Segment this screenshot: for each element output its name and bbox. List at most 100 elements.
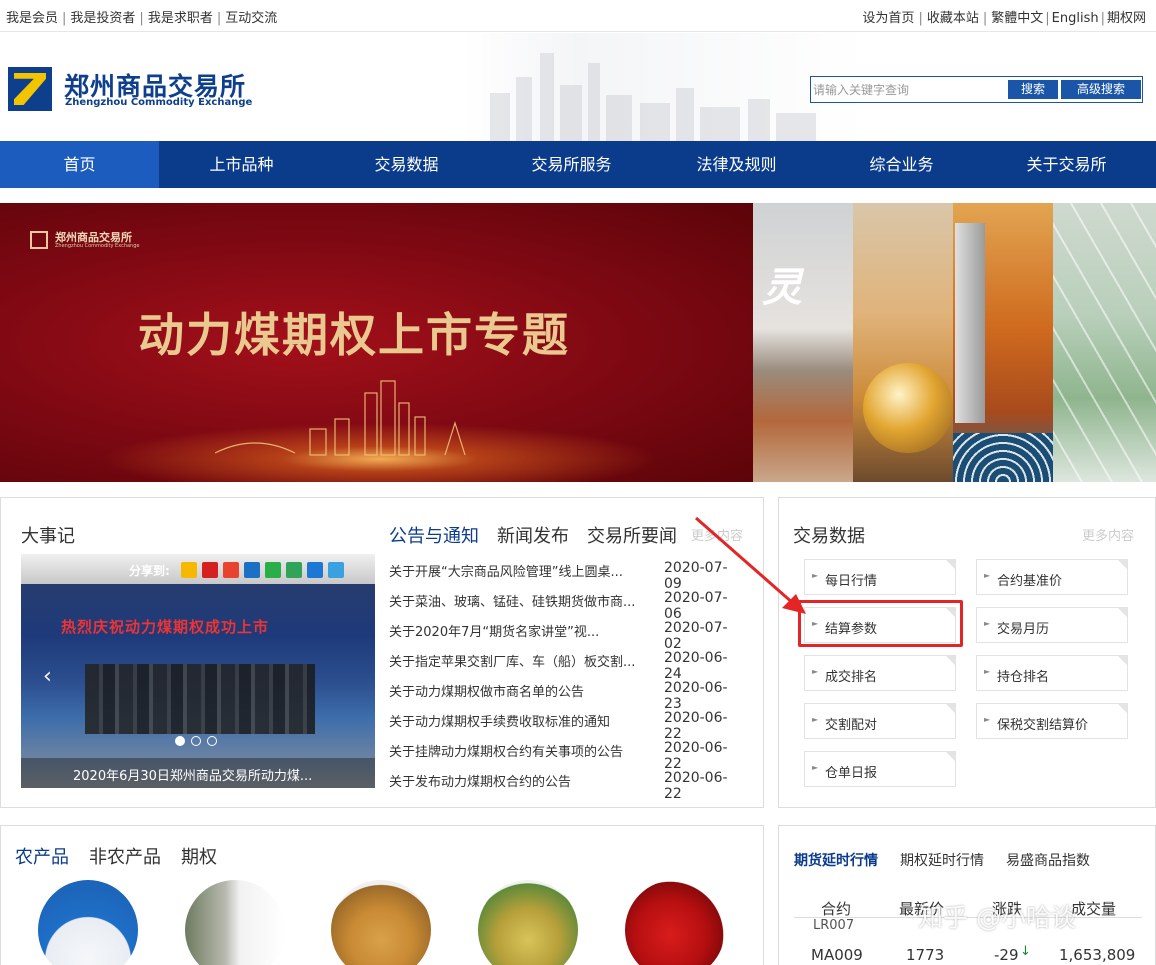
photo-banner-text: 热烈庆祝动力煤期权成功上市: [61, 618, 270, 636]
carousel-dot-3[interactable]: [207, 736, 217, 746]
tab-news-release[interactable]: 新闻发布: [497, 522, 569, 548]
link-bookmark[interactable]: 收藏本站: [927, 11, 979, 26]
nav-exchange-services[interactable]: 交易所服务: [489, 141, 654, 188]
down-arrow-icon: ↓: [1020, 944, 1031, 959]
share-more-icon[interactable]: [328, 562, 344, 578]
events-photo-carousel[interactable]: 分享到: 热烈庆祝动力煤期权成功上市 ‹ 2020年6月30日郑州商品交易所动力…: [21, 554, 375, 788]
trading-more-link[interactable]: 更多内容: [1082, 525, 1134, 544]
carousel-prev-icon[interactable]: ‹: [43, 664, 52, 689]
btn-warehouse-daily[interactable]: ► 仓单日报: [804, 751, 956, 787]
products-panel: 农产品 非农产品 期权: [0, 825, 764, 965]
search-button[interactable]: 搜索: [1008, 80, 1058, 99]
nav-home[interactable]: 首页: [0, 141, 159, 188]
banner-main-slide[interactable]: 郑州商品交易所 Zhengzhou Commodity Exchange 动力煤…: [0, 203, 753, 482]
news-item[interactable]: 关于动力煤期权做市商名单的公告 2020-06-23: [389, 675, 745, 712]
share-qzone-icon[interactable]: [181, 562, 197, 578]
search-input[interactable]: [813, 79, 1005, 100]
quote-volume: 1,653,809: [1059, 946, 1136, 964]
tab-exchange-news[interactable]: 交易所要闻: [587, 522, 677, 548]
events-title: 大事记: [21, 526, 75, 547]
share-renren-icon[interactable]: [244, 562, 260, 578]
btn-trading-calendar[interactable]: ► 交易月历: [976, 607, 1128, 643]
product-apple-image[interactable]: [625, 880, 725, 965]
red-arrow-annotation: [695, 516, 806, 614]
link-options-site[interactable]: 期权网: [1107, 11, 1146, 26]
news-item[interactable]: 关于挂牌动力煤期权合约有关事项的公告 2020-06-22: [389, 735, 745, 772]
btn-daily-quotes[interactable]: ► 每日行情: [804, 559, 956, 595]
share-wechat-icon[interactable]: [265, 562, 281, 578]
news-item[interactable]: 关于动力煤期权手续费收取标准的通知 2020-06-22: [389, 705, 745, 742]
nav-general-business[interactable]: 综合业务: [819, 141, 984, 188]
nav-laws-rules[interactable]: 法律及规则: [654, 141, 819, 188]
advanced-search-button[interactable]: 高级搜索: [1061, 80, 1141, 99]
audience-links: 我是会员 | 我是投资者 | 我是求职者 | 互动交流: [6, 11, 278, 26]
news-tabs: 公告与通知 新闻发布 交易所要闻: [389, 522, 695, 548]
tab-futures-delayed[interactable]: 期货延时行情: [794, 850, 878, 870]
share-weibo-icon[interactable]: [223, 562, 239, 578]
photo-people: [85, 664, 315, 734]
share-people-icon[interactable]: [202, 562, 218, 578]
tab-options-delayed[interactable]: 期权延时行情: [900, 850, 984, 870]
trading-data-panel: 交易数据 更多内容 ► 每日行情 ► 结算参数 ► 成交排名 ► 交割配对 ► 仓单日报 …: [778, 497, 1156, 808]
share-tsina-icon[interactable]: [307, 562, 323, 578]
news-item[interactable]: 关于发布动力煤期权合约的公告 2020-06-22: [389, 765, 745, 802]
btn-position-ranking[interactable]: ► 持仓排名: [976, 655, 1128, 691]
carousel-dot-1[interactable]: [175, 736, 185, 746]
main-nav: 首页 上市品种 交易数据 交易所服务 法律及规则 综合业务 关于交易所: [0, 141, 1156, 188]
btn-volume-ranking[interactable]: ► 成交排名: [804, 655, 956, 691]
tab-options[interactable]: 期权: [181, 843, 217, 869]
col-volume: 成交量: [1071, 900, 1117, 918]
tab-agricultural[interactable]: 农产品: [15, 843, 69, 869]
events-panel: 大事记 分享到: 热烈庆祝动力煤期权成功上市 ‹ 2020年6月30日郑州商品交…: [0, 497, 764, 808]
banner-thumb-1[interactable]: [753, 203, 853, 482]
share-label: 分享到:: [129, 564, 170, 578]
link-jobseeker[interactable]: 我是求职者: [148, 11, 213, 26]
link-traditional-chinese[interactable]: 繁體中文: [991, 11, 1043, 26]
product-rice-image[interactable]: [478, 880, 578, 965]
btn-bonded-delivery-price[interactable]: ► 保税交割结算价: [976, 703, 1128, 739]
product-cotton-image[interactable]: [185, 880, 285, 965]
tab-non-agricultural[interactable]: 非农产品: [89, 843, 161, 869]
hero-banner[interactable]: 郑州商品交易所 Zhengzhou Commodity Exchange 动力煤…: [0, 203, 1156, 482]
nav-about[interactable]: 关于交易所: [984, 141, 1149, 188]
city-skyline-graphic: [215, 380, 466, 456]
banner-side-text: 灵: [762, 265, 802, 311]
zce-logo-icon[interactable]: [8, 67, 52, 111]
share-icons: [181, 562, 349, 578]
quotes-panel: 期货延时行情 期权延时行情 易盛商品指数 合约 最新价 涨跌 成交量 LR007…: [778, 825, 1156, 965]
link-investor[interactable]: 我是投资者: [70, 11, 135, 26]
quote-partial-row[interactable]: LR007: [813, 918, 854, 933]
quote-price: 1773: [906, 946, 945, 964]
top-utility-bar: 我是会员 | 我是投资者 | 我是求职者 | 互动交流 设为首页 | 收藏本站 | 繁體中文 | Eng…: [0, 0, 1156, 32]
banner-thumb-3[interactable]: [953, 203, 1053, 482]
link-interaction[interactable]: 互动交流: [225, 11, 277, 26]
quote-change: -29: [994, 946, 1019, 964]
quote-contract[interactable]: MA009: [811, 946, 863, 964]
news-item[interactable]: 关于指定苹果交割厂库、车（船）板交割... 2020-06-24: [389, 645, 745, 682]
tab-announcements[interactable]: 公告与通知: [389, 522, 479, 548]
link-member[interactable]: 我是会员: [6, 11, 58, 26]
skyline-decoration: [490, 53, 816, 141]
site-header: 郑州商品交易所 Zhengzhou Commodity Exchange 搜索 …: [0, 33, 1156, 141]
quote-tabs: 期货延时行情 期权延时行情 易盛商品指数: [794, 850, 1112, 870]
btn-delivery-matching[interactable]: ► 交割配对: [804, 703, 956, 739]
product-tabs: 农产品 非农产品 期权: [15, 843, 237, 869]
banner-logo-icon: [30, 231, 48, 249]
banner-title: 动力煤期权上市专题: [138, 308, 570, 362]
banner-thumb-2[interactable]: [853, 203, 953, 482]
photo-caption[interactable]: 2020年6月30日郑州商品交易所动力煤...: [73, 765, 312, 784]
link-set-homepage[interactable]: 设为首页: [862, 11, 914, 26]
btn-contract-base-price[interactable]: ► 合约基准价: [976, 559, 1128, 595]
nav-trading-data[interactable]: 交易数据: [324, 141, 489, 188]
tab-yisheng-index[interactable]: 易盛商品指数: [1006, 850, 1090, 870]
col-contract: 合约: [821, 900, 852, 918]
banner-thumb-4[interactable]: [1053, 203, 1156, 482]
carousel-dots: [175, 736, 223, 746]
link-english[interactable]: English: [1052, 11, 1099, 26]
product-wheat-image[interactable]: [331, 880, 431, 965]
product-sugar-image[interactable]: [38, 880, 138, 965]
nav-listed-products[interactable]: 上市品种: [159, 141, 324, 188]
carousel-dot-2[interactable]: [191, 736, 201, 746]
share-douban-icon[interactable]: [286, 562, 302, 578]
highlight-box: [798, 600, 963, 647]
